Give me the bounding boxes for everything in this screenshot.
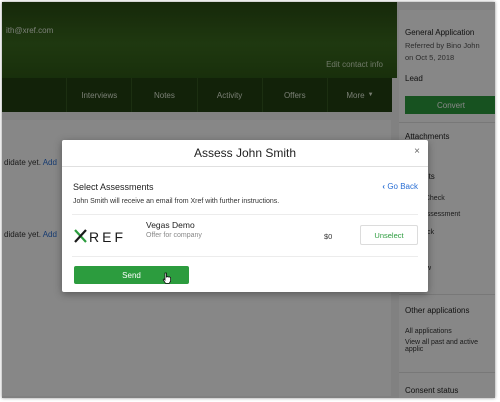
- assessment-subtitle: Offer for company: [146, 232, 202, 239]
- go-back-label: Go Back: [387, 182, 418, 191]
- xref-logo: REF: [74, 229, 126, 244]
- divider: [72, 214, 418, 215]
- go-back-link[interactable]: ‹ Go Back: [382, 182, 418, 191]
- xref-logo-text: REF: [89, 229, 126, 244]
- modal-header: Assess John Smith ×: [62, 140, 428, 167]
- send-button[interactable]: Send: [74, 266, 189, 284]
- unselect-label: Unselect: [374, 230, 404, 240]
- assessment-price: $0: [324, 232, 333, 241]
- close-icon[interactable]: ×: [414, 146, 420, 157]
- assess-modal: Assess John Smith × Select Assessments ‹…: [62, 140, 428, 292]
- select-assessments-heading: Select Assessments: [73, 182, 154, 192]
- app-frame: ith@xref.com Edit contact info Interview…: [2, 2, 495, 398]
- modal-title: Assess John Smith: [193, 146, 297, 160]
- divider: [72, 256, 418, 257]
- unselect-button[interactable]: Unselect: [360, 225, 418, 245]
- assessment-name: Vegas Demo: [146, 220, 195, 230]
- instructions-text: John Smith will receive an email from Xr…: [73, 198, 280, 205]
- hand-cursor-icon: [162, 272, 171, 284]
- send-label: Send: [122, 270, 141, 280]
- chevron-left-icon: ‹: [382, 182, 386, 191]
